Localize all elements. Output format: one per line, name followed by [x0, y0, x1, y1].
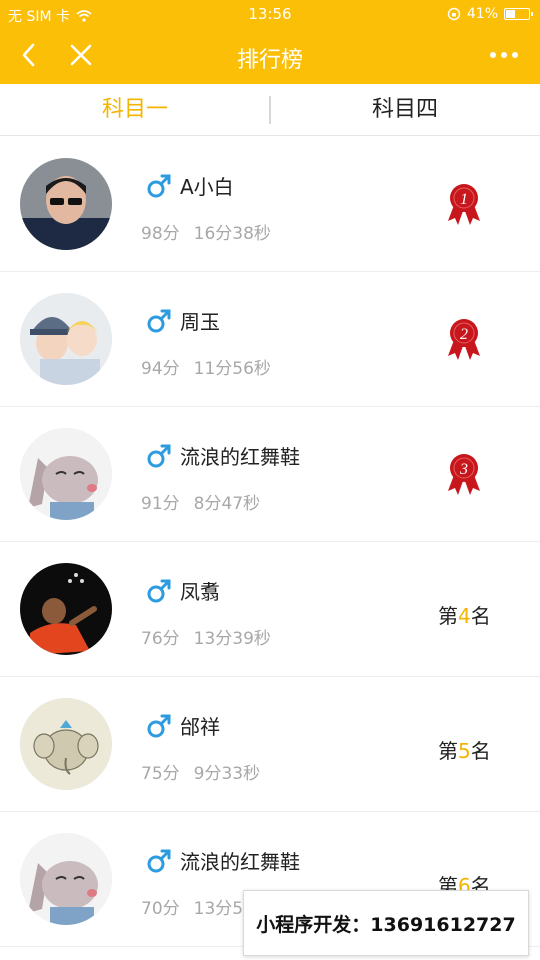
list-item[interactable]: A小白 98分 16分38秒 1 [0, 137, 540, 272]
avatar [20, 158, 112, 250]
medal-number: 3 [459, 461, 468, 478]
score: 91分 [141, 494, 180, 514]
nav-bar: 排行榜 [0, 30, 540, 84]
battery-icon [504, 8, 533, 20]
promo-banner: 小程序开发：13691612727 [243, 890, 529, 956]
score: 70分 [141, 899, 180, 919]
subject-tabs: 科目一 科目四 [0, 84, 540, 136]
duration: 11分56秒 [193, 359, 271, 379]
rank-number: 4 [458, 604, 471, 628]
list-item[interactable]: 邰祥 75分 9分33秒 第5名 [0, 677, 540, 812]
duration: 16分38秒 [193, 224, 271, 244]
male-icon [147, 444, 171, 467]
medal-number: 2 [460, 326, 468, 343]
medal-number: 1 [460, 191, 468, 208]
rank-number: 5 [458, 739, 471, 763]
status-bar: 无 SIM 卡 13:56 41% [0, 0, 540, 30]
user-name: 流浪的红舞鞋 [180, 850, 300, 874]
score: 98分 [141, 224, 180, 244]
page-title: 排行榜 [236, 48, 303, 73]
list-item[interactable]: 流浪的红舞鞋 91分 8分47秒 3 [0, 407, 540, 542]
score: 75分 [141, 764, 180, 784]
avatar [20, 833, 112, 925]
list-item[interactable]: 凤翥 76分 13分39秒 第4名 [0, 542, 540, 677]
list-item[interactable]: 周玉 94分 11分56秒 2 [0, 272, 540, 407]
tab-subject-four[interactable]: 科目四 [270, 84, 540, 136]
avatar [20, 293, 112, 385]
avatar [20, 698, 112, 790]
avatar [20, 428, 112, 520]
rank-label: 第4名 [438, 604, 491, 628]
gold-medal-icon: 1 [448, 184, 480, 225]
duration: 13分5 [193, 899, 244, 919]
rotation-lock-icon [447, 7, 461, 21]
user-name: 凤翥 [180, 580, 220, 604]
silver-medal-icon: 2 [448, 319, 480, 360]
duration: 8分47秒 [193, 494, 261, 514]
score: 76分 [141, 629, 180, 649]
bronze-medal-icon: 3 [448, 454, 480, 495]
duration: 9分33秒 [193, 764, 261, 784]
male-icon [147, 174, 171, 197]
rank-label: 第5名 [438, 739, 491, 763]
male-icon [147, 579, 171, 602]
avatar [20, 563, 112, 655]
user-name: 流浪的红舞鞋 [180, 445, 300, 469]
ranking-list: A小白 98分 16分38秒 1 周玉 94分 11分56秒 2 流浪的红舞鞋 … [0, 137, 540, 947]
male-icon [147, 849, 171, 872]
tab-subject-one[interactable]: 科目一 [0, 84, 270, 136]
battery-percent: 41% [466, 6, 498, 22]
more-menu-icon[interactable] [490, 52, 518, 58]
male-icon [147, 309, 171, 332]
duration: 13分39秒 [193, 629, 271, 649]
user-name: 邰祥 [180, 715, 220, 739]
male-icon [147, 714, 171, 737]
score: 94分 [141, 359, 180, 379]
user-name: 周玉 [180, 310, 220, 334]
user-name: A小白 [180, 175, 234, 199]
